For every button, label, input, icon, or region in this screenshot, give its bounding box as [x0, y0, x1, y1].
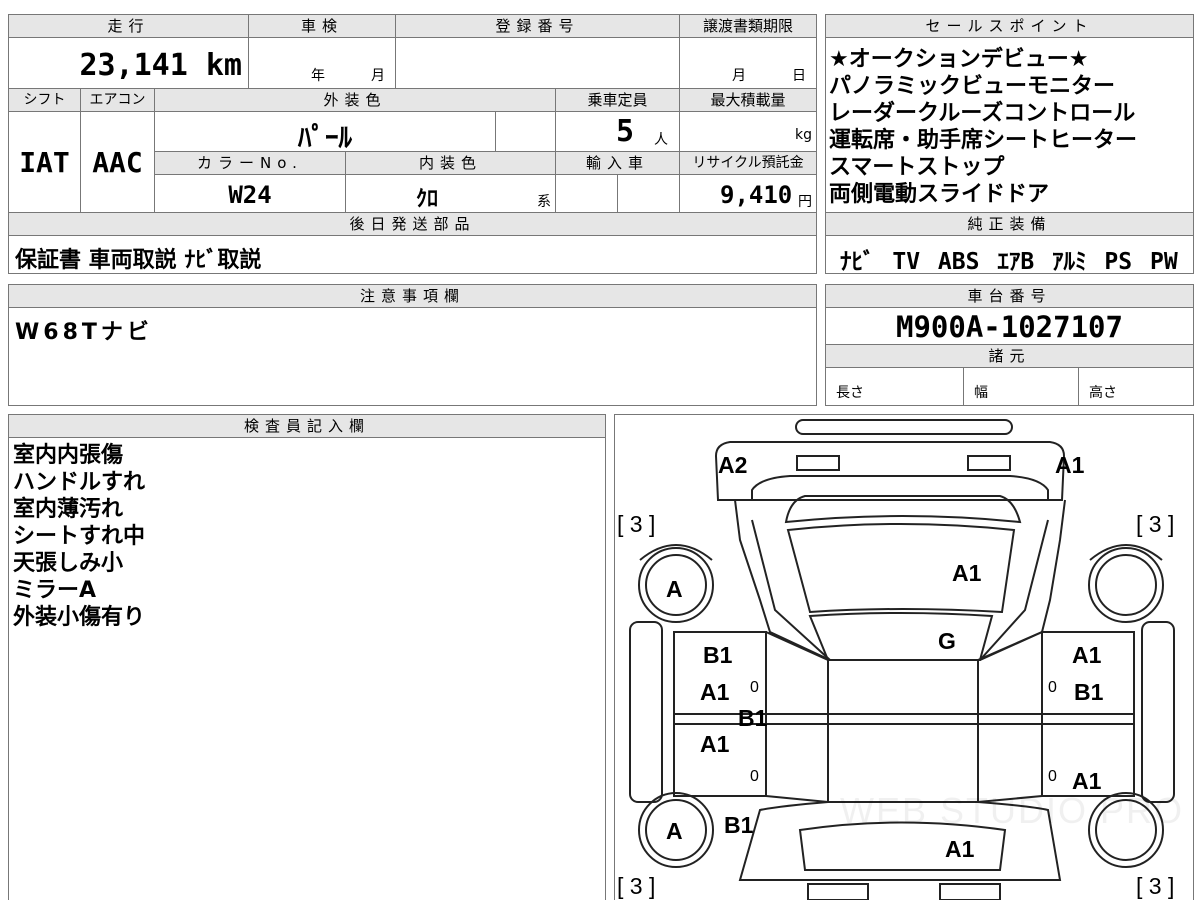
grade-label: A1 — [700, 679, 730, 705]
grade-label: A — [666, 818, 683, 844]
mark-zero: 0 — [750, 679, 759, 696]
watermark: WEB STUDIO PRO — [840, 790, 1185, 831]
mark-zero: 0 — [750, 768, 759, 785]
grade-label: B1 — [1074, 679, 1104, 705]
grade-label: A1 — [952, 560, 982, 586]
grade-label: A1 — [700, 731, 730, 757]
grade-label: [ 3 ] — [1136, 873, 1175, 899]
grade-label: A2 — [718, 452, 748, 478]
grade-label: [ 3 ] — [617, 511, 656, 537]
mark-zero: 0 — [1048, 768, 1057, 785]
grade-label: B1 — [738, 705, 768, 731]
grade-label: G — [938, 628, 956, 654]
mark-zero: 0 — [1048, 679, 1057, 696]
grade-label: B1 — [724, 812, 754, 838]
grade-label: [ 3 ] — [1136, 511, 1175, 537]
grade-label: B1 — [703, 642, 733, 668]
grade-label: A — [666, 576, 683, 602]
grade-label: A1 — [1055, 452, 1085, 478]
car-diagram-outline — [629, 419, 1175, 900]
grade-label: A1 — [945, 836, 975, 862]
grade-label: [ 3 ] — [617, 873, 656, 899]
grade-label: A1 — [1072, 642, 1102, 668]
